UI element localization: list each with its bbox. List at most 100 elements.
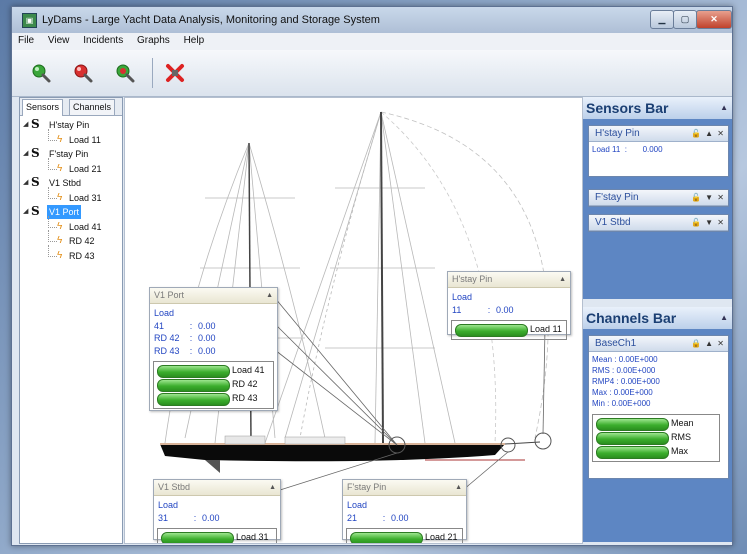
channel-stats: Mean : 0.00E+000 RMS : 0.00E+000 RMP4 : … (592, 355, 660, 408)
tree-load[interactable]: ϟ RD 43 (20, 244, 122, 264)
connect-green-icon[interactable] (30, 62, 52, 84)
expand-icon[interactable]: ◢ (23, 205, 28, 219)
dock-card-title: H'stay Pin (595, 128, 640, 139)
menu-bar: File View Incidents Graphs Help (12, 33, 732, 51)
collapse-icon[interactable]: ▲ (720, 97, 728, 119)
fstay-card[interactable]: F'stay Pin ▲ Load 21:0.00 Load 21 (342, 479, 467, 543)
connect-mixed-icon[interactable] (114, 62, 136, 84)
sensor-tree-panel: Sensors Channels ◢ S H'stay Pin ϟ Load 11 ◢… (19, 97, 123, 544)
gauge-bar (596, 446, 669, 459)
gauge-panel: Load 11 (451, 320, 567, 340)
dock-card-controls[interactable]: 🔒 ▲ ✕ (691, 336, 725, 351)
load-icon: ϟ (57, 235, 63, 246)
v1port-card[interactable]: V1 Port ▲ Load 41:0.00 RD 42:0.00 RD 43:0… (149, 287, 278, 411)
dock-card-title: BaseCh1 (595, 338, 637, 349)
collapse-icon[interactable]: ▲ (559, 272, 566, 287)
toolbar (12, 50, 732, 97)
tree-load[interactable]: ϟ Load 21 (20, 157, 122, 177)
gauge-bar (157, 379, 230, 392)
sensors-bar: H'stay Pin 🔓 ▲ ✕ Load 11 : 0.000 F'stay P… (583, 119, 732, 299)
v1stbd-card[interactable]: V1 Stbd ▲ Load 31:0.00 Load 31 (153, 479, 281, 543)
dock-sensor-hstay[interactable]: H'stay Pin 🔓 ▲ ✕ Load 11 : 0.000 (588, 125, 729, 177)
tree-sensor-hstay[interactable]: ◢ S H'stay Pin (20, 117, 122, 133)
menu-view[interactable]: View (42, 33, 75, 46)
gauge-bar (596, 432, 669, 445)
gauge-bar (157, 365, 230, 378)
channels-bar-header[interactable]: Channels Bar ▲ (583, 307, 732, 329)
tree-load[interactable]: ϟ Load 41 (20, 215, 122, 235)
tree-sensor-v1stbd[interactable]: ◢ S V1 Stbd (20, 175, 122, 191)
gauge-panel: Load 31 (157, 528, 277, 543)
menu-help[interactable]: Help (178, 33, 210, 46)
dock-channel-basech1[interactable]: BaseCh1 🔒 ▲ ✕ Mean : 0.00E+000 RMS : 0.00… (588, 335, 729, 479)
tab-sensors[interactable]: Sensors (22, 99, 64, 116)
expand-icon[interactable]: ◢ (23, 176, 28, 190)
maximize-button[interactable]: ▢ (673, 10, 697, 29)
collapse-icon[interactable]: ▲ (455, 480, 462, 495)
gauge: RMS (596, 431, 716, 445)
gauge: Load 11 (455, 323, 563, 337)
app-window: ▣ LyDams - Large Yacht Data Analysis, Mo… (11, 6, 733, 546)
load-icon: ϟ (57, 133, 63, 145)
gauge-bar (161, 532, 234, 543)
close-button[interactable]: ✕ (696, 10, 732, 29)
channels-bar: BaseCh1 🔒 ▲ ✕ Mean : 0.00E+000 RMS : 0.00… (583, 329, 732, 542)
tab-channels[interactable]: Channels (69, 99, 116, 115)
dock-card-controls[interactable]: 🔓 ▲ ✕ (691, 126, 725, 141)
gauge-panel: Load 41 RD 42 RD 43 (153, 361, 274, 409)
hstay-card[interactable]: H'stay Pin ▲ Load 11:0.00 Load 11 (447, 271, 571, 340)
window-title: LyDams - Large Yacht Data Analysis, Moni… (42, 14, 380, 26)
menu-file[interactable]: File (12, 33, 39, 46)
dock-card-controls[interactable]: 🔓 ▼ ✕ (691, 215, 725, 230)
app-icon: ▣ (22, 13, 37, 28)
minimize-button[interactable]: ▁ (650, 10, 674, 29)
sensors-bar-header[interactable]: Sensors Bar ▲ (583, 97, 732, 119)
collapse-icon[interactable]: ▲ (266, 288, 273, 303)
expand-icon[interactable]: ◢ (23, 118, 28, 132)
sensor-icon: S (31, 146, 40, 160)
sensor-icon: S (31, 117, 40, 131)
gauge-bar (596, 418, 669, 431)
menu-incidents[interactable]: Incidents (77, 33, 128, 46)
dock-sensor-v1stbd[interactable]: V1 Stbd 🔓 ▼ ✕ (588, 214, 729, 232)
toolbar-separator (152, 58, 153, 88)
card-title: F'stay Pin (347, 482, 387, 492)
gauge-bar (350, 532, 423, 543)
title-bar[interactable]: ▣ LyDams - Large Yacht Data Analysis, Mo… (12, 7, 732, 34)
gauge: Max (596, 445, 716, 459)
gauge-panel: Load 21 (346, 528, 463, 543)
dock-card-title: V1 Stbd (595, 217, 631, 228)
sensor-icon: S (31, 175, 40, 189)
tree-sensor-v1port[interactable]: ◢ S V1 Port (20, 204, 122, 220)
card-values: Load 21:0.00 (347, 500, 409, 523)
expand-icon[interactable]: ◢ (23, 147, 28, 161)
load-icon: ϟ (57, 162, 63, 174)
dock-card-controls[interactable]: 🔓 ▼ ✕ (691, 190, 725, 205)
collapse-icon[interactable]: ▲ (720, 307, 728, 329)
tree-sensor-fstay[interactable]: ◢ S F'stay Pin (20, 146, 122, 162)
load-icon: ϟ (57, 249, 63, 261)
dock-sensor-fstay[interactable]: F'stay Pin 🔓 ▼ ✕ (588, 189, 729, 207)
load-icon: ϟ (57, 220, 63, 232)
card-values: Load 31:0.00 (158, 500, 220, 523)
yacht-canvas[interactable]: V1 Port ▲ Load 41:0.00 RD 42:0.00 RD 43:0… (124, 97, 583, 544)
gauge: RD 42 (157, 378, 270, 392)
tree-load[interactable]: ϟ Load 11 (20, 128, 122, 148)
sensor-icon: S (31, 204, 40, 218)
gauge: Load 31 (161, 531, 273, 543)
tree-tabs: Sensors Channels (20, 98, 122, 116)
card-title: V1 Stbd (158, 482, 191, 492)
gauge: Mean (596, 417, 716, 431)
gauge: RD 43 (157, 392, 270, 406)
collapse-icon[interactable]: ▲ (269, 480, 276, 495)
tree-load[interactable]: ϟ Load 31 (20, 186, 122, 206)
gauge: Load 21 (350, 531, 459, 543)
tree-load[interactable]: ϟ RD 42 (20, 230, 122, 249)
gauge-bar (157, 393, 230, 406)
sensor-tree: ◢ S H'stay Pin ϟ Load 11 ◢ S F'stay Pin ϟ Load… (20, 117, 122, 264)
connect-red-icon[interactable] (72, 62, 94, 84)
disconnect-icon[interactable] (164, 62, 186, 84)
right-dock: Sensors Bar ▲ H'stay Pin 🔓 ▲ ✕ Load 11 : 0… (583, 97, 732, 542)
menu-graphs[interactable]: Graphs (131, 33, 175, 46)
dock-card-title: F'stay Pin (595, 192, 639, 203)
